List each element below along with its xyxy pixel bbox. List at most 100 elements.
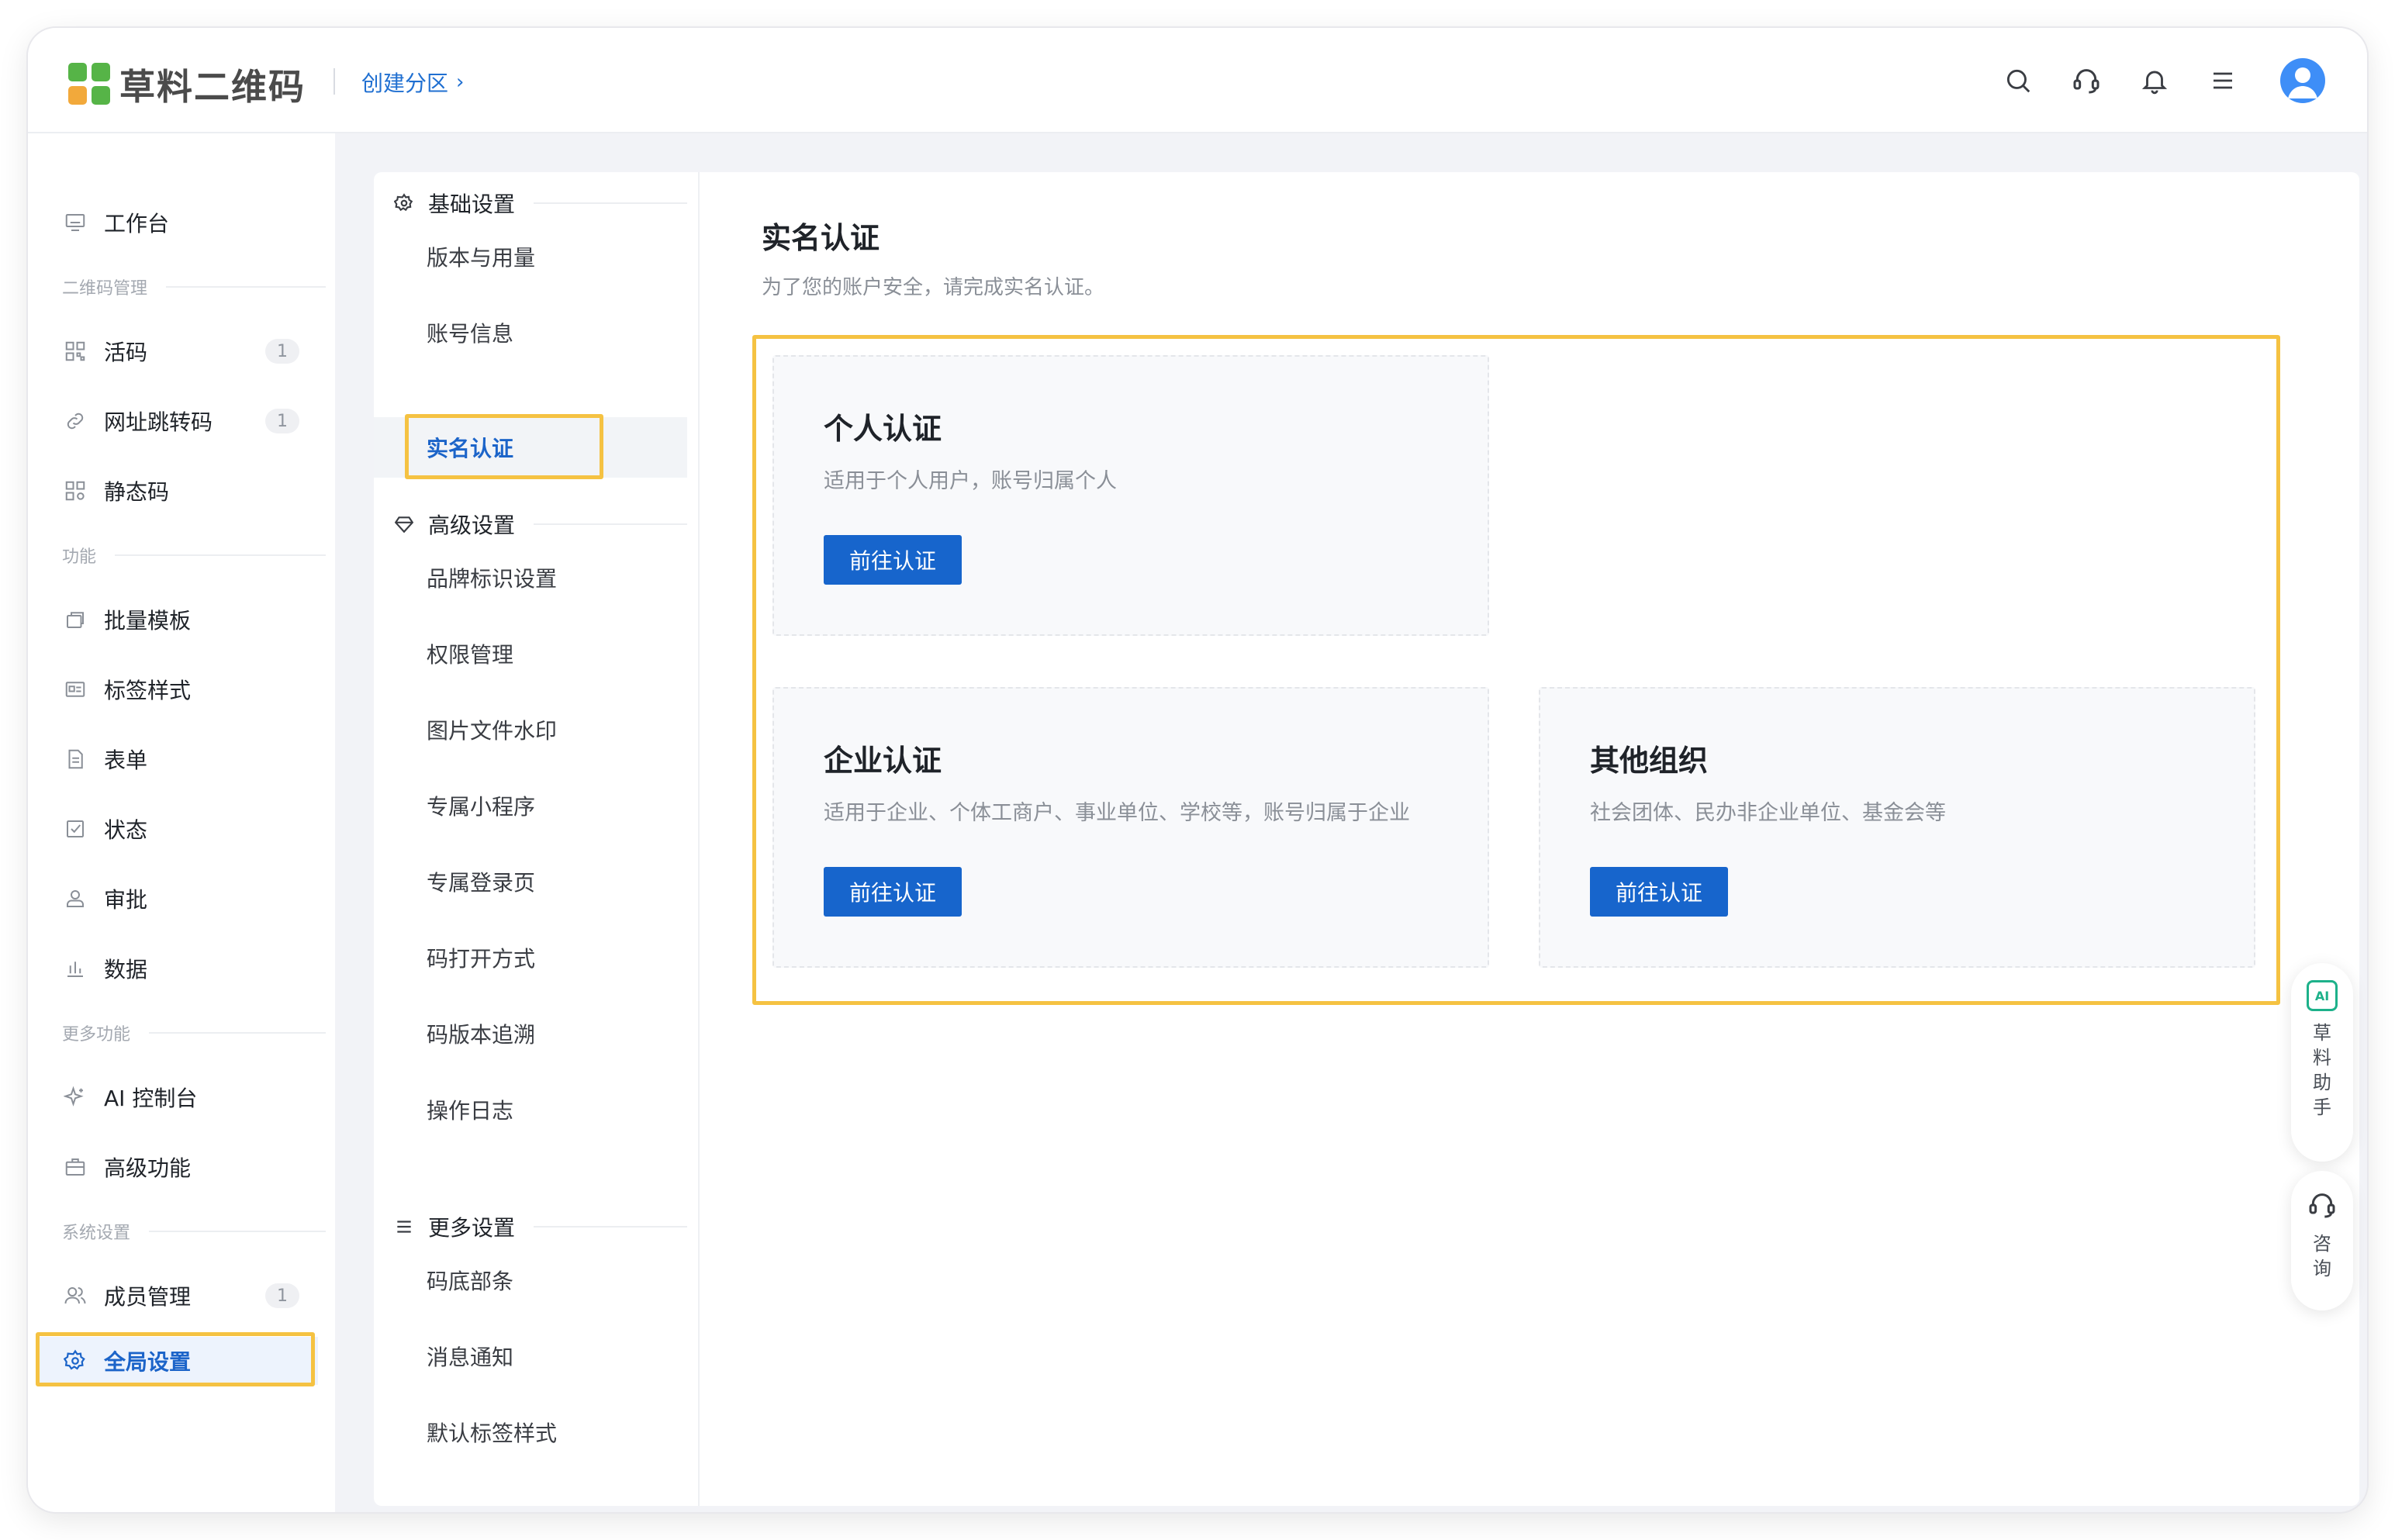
settings-group-basic: 基础设置 — [392, 188, 687, 219]
count-badge: 1 — [265, 339, 299, 364]
settings-group-label: 基础设置 — [428, 192, 516, 217]
card-other-org: 其他组织 社会团体、民办非企业单位、基金会等 前往认证 — [1539, 687, 2255, 968]
sidebar-item-label: 审批 — [104, 887, 148, 913]
group-features: 功能 — [62, 543, 326, 568]
logo-icon — [68, 63, 112, 106]
qr-code-icon — [62, 338, 88, 364]
settings-item-open-method[interactable]: 码打开方式 — [374, 927, 687, 988]
consult-label: 咨询 — [2313, 1233, 2331, 1279]
monitor-icon — [62, 209, 88, 236]
highlight-box — [36, 1332, 315, 1386]
sidebar-item-label: 数据 — [104, 957, 148, 982]
settings-group-label: 高级设置 — [428, 513, 516, 538]
card-description: 社会团体、民办非企业单位、基金会等 — [1590, 801, 1946, 825]
highlight-box — [405, 414, 603, 479]
copy-icon — [62, 606, 88, 633]
sidebar-item-status[interactable]: 状态 — [39, 805, 318, 853]
logo[interactable]: 草料二维码 — [68, 59, 306, 110]
header-divider — [334, 68, 335, 95]
count-badge: 1 — [265, 1283, 299, 1308]
verify-other-button[interactable]: 前往认证 — [1590, 867, 1728, 917]
breadcrumb[interactable]: 创建分区 › — [361, 67, 464, 98]
sidebar-item-static-code[interactable]: 静态码 — [39, 467, 318, 515]
qr-code-icon — [62, 478, 88, 504]
card-enterprise: 企业认证 适用于企业、个体工商户、事业单位、学校等，账号归属于企业 前往认证 — [772, 687, 1489, 968]
sidebar-item-approval[interactable]: 审批 — [39, 875, 318, 923]
sidebar-item-label: 状态 — [104, 817, 148, 843]
sidebar-item-label-style[interactable]: 标签样式 — [39, 665, 318, 713]
group-more-features: 更多功能 — [62, 1020, 326, 1045]
sidebar-item-advanced[interactable]: 高级功能 — [39, 1143, 318, 1191]
settings-item-version-trace[interactable]: 码版本追溯 — [374, 1003, 687, 1064]
settings-group-advanced: 高级设置 — [392, 509, 687, 540]
menu-icon[interactable] — [2196, 54, 2249, 107]
settings-item-account-info[interactable]: 账号信息 — [374, 302, 687, 363]
headset-icon — [2307, 1190, 2338, 1224]
page-title: 实名认证 — [762, 221, 880, 255]
settings-item-operation-log[interactable]: 操作日志 — [374, 1079, 687, 1140]
sidebar-item-live-code[interactable]: 活码 1 — [39, 327, 318, 375]
sidebar-item-url-redirect[interactable]: 网址跳转码 1 — [39, 397, 318, 445]
bar-chart-icon — [62, 955, 88, 982]
gear-icon — [392, 192, 416, 215]
header-actions — [1976, 54, 2325, 107]
card-personal: 个人认证 适用于个人用户，账号归属个人 前往认证 — [772, 355, 1489, 636]
search-icon[interactable] — [1992, 54, 2044, 107]
checkbox-icon — [62, 816, 88, 842]
logo-text: 草料二维码 — [119, 66, 306, 108]
consult-float[interactable]: 咨询 — [2291, 1171, 2353, 1310]
breadcrumb-label: 创建分区 — [361, 71, 449, 96]
main-content: 实名认证 为了您的账户安全，请完成实名认证。 个人认证 适用于个人用户，账号归属… — [738, 172, 2321, 1490]
sidebar-item-form[interactable]: 表单 — [39, 735, 318, 783]
settings-item-login-page[interactable]: 专属登录页 — [374, 851, 687, 912]
settings-item-permissions[interactable]: 权限管理 — [374, 623, 687, 684]
settings-nav: 基础设置 版本与用量 账号信息 实名认证 高级设置 品牌标识设置 权限管理 图片… — [374, 172, 700, 1506]
verify-personal-button[interactable]: 前往认证 — [824, 535, 962, 585]
settings-item-footer-terms[interactable]: 码底部条 — [374, 1250, 687, 1310]
list-icon — [392, 1215, 416, 1238]
settings-item-default-label[interactable]: 默认标签样式 — [374, 1402, 687, 1462]
settings-item-version-usage[interactable]: 版本与用量 — [374, 226, 687, 287]
settings-item-image-watermark[interactable]: 图片文件水印 — [374, 699, 687, 760]
verify-enterprise-button[interactable]: 前往认证 — [824, 867, 962, 917]
sidebar-item-label: 批量模板 — [104, 608, 192, 634]
ai-assistant-float[interactable]: AI 草料助手 — [2291, 963, 2353, 1162]
card-title: 企业认证 — [824, 744, 942, 778]
sidebar-item-label: 工作台 — [104, 211, 170, 237]
group-label: 功能 — [62, 547, 97, 567]
settings-item-mini-program[interactable]: 专属小程序 — [374, 775, 687, 836]
sidebar-item-label: AI 控制台 — [104, 1086, 198, 1111]
briefcase-icon — [62, 1154, 88, 1180]
group-label: 系统设置 — [62, 1224, 131, 1243]
headset-icon[interactable] — [2060, 54, 2113, 107]
sidebar-item-data[interactable]: 数据 — [39, 944, 318, 993]
user-stamp-icon — [62, 886, 88, 912]
settings-item-brand-logo[interactable]: 品牌标识设置 — [374, 547, 687, 608]
group-label: 更多功能 — [62, 1025, 131, 1045]
sidebar-item-label: 高级功能 — [104, 1155, 192, 1181]
app-window: 草料二维码 创建分区 › 工作台 二维码管理 活码 1 网址跳转码 1 静态码 … — [28, 28, 2367, 1512]
sidebar-item-label: 活码 — [104, 340, 148, 365]
link-icon — [62, 408, 88, 434]
chevron-right-icon: › — [456, 71, 465, 94]
group-system-settings: 系统设置 — [62, 1219, 326, 1244]
sidebar-item-label: 表单 — [104, 748, 148, 773]
settings-panel: 基础设置 版本与用量 账号信息 实名认证 高级设置 品牌标识设置 权限管理 图片… — [374, 172, 2359, 1506]
settings-group-more: 更多设置 — [392, 1211, 687, 1242]
sidebar-item-workbench[interactable]: 工作台 — [39, 199, 318, 247]
sidebar-item-ai-console[interactable]: AI 控制台 — [39, 1073, 318, 1121]
sidebar-item-label: 静态码 — [104, 479, 170, 505]
sidebar-item-label: 网址跳转码 — [104, 409, 213, 435]
ai-icon: AI — [2307, 980, 2338, 1011]
bell-icon[interactable] — [2128, 54, 2181, 107]
diamond-icon — [392, 513, 416, 536]
card-title: 个人认证 — [824, 412, 942, 446]
sidebar-item-batch-template[interactable]: 批量模板 — [39, 596, 318, 644]
count-badge: 1 — [265, 409, 299, 433]
settings-item-notifications[interactable]: 消息通知 — [374, 1326, 687, 1386]
sparkle-icon — [62, 1084, 88, 1110]
sidebar-item-members[interactable]: 成员管理 1 — [39, 1272, 318, 1320]
label-card-icon — [62, 676, 88, 703]
settings-group-label: 更多设置 — [428, 1215, 516, 1241]
avatar[interactable] — [2280, 58, 2325, 103]
